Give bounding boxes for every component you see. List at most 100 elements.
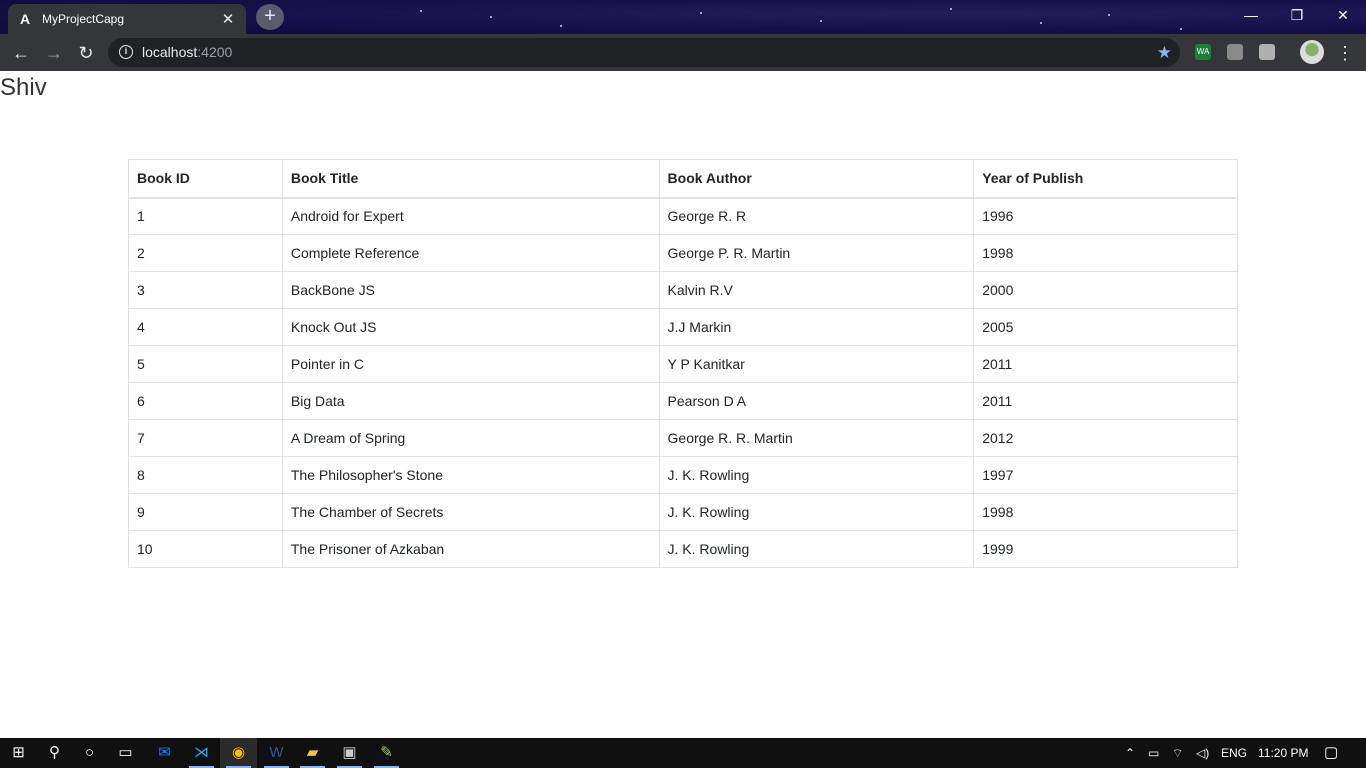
cell-book-author: George R. R. Martin [658, 419, 975, 457]
cell-year: 2011 [973, 345, 1238, 383]
cell-book-id: 2 [128, 234, 283, 272]
cell-book-author: George P. R. Martin [658, 234, 975, 272]
cell-book-id: 3 [128, 271, 283, 309]
url-host: localhost [142, 44, 198, 60]
cell-book-title: Pointer in C [281, 345, 660, 383]
cell-book-title: The Chamber of Secrets [281, 493, 660, 531]
cell-year: 2000 [973, 271, 1238, 309]
new-tab-button[interactable]: + [256, 4, 284, 30]
cell-book-id: 10 [128, 530, 283, 568]
cell-book-id: 6 [128, 382, 283, 420]
command-prompt-icon[interactable]: ▣ [331, 738, 368, 768]
cell-year: 2005 [973, 308, 1238, 346]
column-header-book-title: Book Title [281, 159, 660, 199]
bookmark-star-icon[interactable]: ★ [1157, 38, 1172, 67]
site-info-icon[interactable]: i [119, 45, 133, 59]
cell-book-title: The Prisoner of Azkaban [281, 530, 660, 568]
clock[interactable]: 11:20 PM [1258, 738, 1308, 768]
table-header-row: Book ID Book Title Book Author Year of P… [128, 159, 1238, 199]
cell-book-author: Y P Kanitkar [658, 345, 975, 383]
angular-icon: A [19, 11, 31, 27]
volume-icon[interactable]: ◁) [1196, 738, 1209, 768]
address-bar[interactable]: i localhost:4200 ★ [108, 38, 1180, 67]
chevron-up-icon[interactable]: ⌃ [1125, 738, 1135, 768]
tab-strip: A MyProjectCapg ✕ + — ❐ ✕ [0, 0, 1366, 34]
cell-book-author: J.J Markin [658, 308, 975, 346]
table-row: 8 The Philosopher's Stone J. K. Rowling 199… [128, 456, 1238, 494]
back-button[interactable]: ← [6, 38, 36, 68]
table-row: 6 Big Data Pearson D A 2011 [128, 382, 1238, 420]
star-decoration [950, 8, 952, 10]
tab-title: MyProjectCapg [42, 12, 125, 26]
profile-avatar[interactable] [1300, 40, 1324, 64]
menu-kebab-icon[interactable]: ⋮ [1330, 38, 1360, 68]
table-row: 9 The Chamber of Secrets J. K. Rowling 1998 [128, 493, 1238, 531]
browser-toolbar: ← → ↻ i localhost:4200 ★ WA ⋮ [0, 34, 1366, 71]
wifi-icon[interactable]: ⌔ [1172, 738, 1183, 768]
table-row: 10 The Prisoner of Azkaban J. K. Rowling 19… [128, 530, 1238, 568]
cell-book-title: Android for Expert [281, 197, 660, 235]
cell-year: 2012 [973, 419, 1238, 457]
notepad-icon[interactable]: ✎ [368, 738, 405, 768]
page-title: Shiv [0, 74, 47, 101]
cell-year: 1998 [973, 234, 1238, 272]
cell-year: 1998 [973, 493, 1238, 531]
cell-book-author: J. K. Rowling [658, 456, 975, 494]
cell-book-id: 9 [128, 493, 283, 531]
star-decoration [560, 25, 562, 27]
restore-button[interactable]: ❐ [1274, 0, 1320, 30]
books-table: Book ID Book Title Book Author Year of P… [128, 159, 1238, 568]
column-header-book-id: Book ID [128, 159, 283, 199]
cell-book-title: A Dream of Spring [281, 419, 660, 457]
cell-book-title: BackBone JS [281, 271, 660, 309]
star-decoration [1180, 28, 1182, 30]
word-icon[interactable]: W [258, 738, 295, 768]
task-view-icon[interactable]: ▭ [107, 738, 144, 768]
cell-book-title: Complete Reference [281, 234, 660, 272]
star-decoration [1040, 22, 1042, 24]
cell-book-id: 5 [128, 345, 283, 383]
windows-start-icon[interactable]: ⊞ [0, 738, 37, 768]
mail-icon[interactable]: ✉ [146, 738, 183, 768]
star-decoration [1108, 14, 1110, 16]
taskbar: ⊞ ⚲ ○ ▭ ✉ ⋊ ◉ W ▰ ▣ ✎ ⌃ ▭ ⌔ ◁) ENG 11:20… [0, 738, 1366, 768]
forward-button[interactable]: → [39, 38, 69, 68]
cell-book-author: Pearson D A [658, 382, 975, 420]
table-row: 2 Complete Reference George P. R. Martin 19… [128, 234, 1238, 272]
search-icon[interactable]: ⚲ [36, 738, 73, 768]
notifications-icon[interactable]: ▢ [1324, 738, 1338, 768]
cell-book-author: J. K. Rowling [658, 530, 975, 568]
cell-year: 1999 [973, 530, 1238, 568]
cell-book-title: The Philosopher's Stone [281, 456, 660, 494]
table-row: 5 Pointer in CY P Kanitkar 2011 [128, 345, 1238, 383]
cell-book-id: 8 [128, 456, 283, 494]
cell-year: 1997 [973, 456, 1238, 494]
file-explorer-icon[interactable]: ▰ [294, 738, 331, 768]
star-decoration [490, 16, 492, 18]
cortana-icon[interactable]: ○ [71, 738, 108, 768]
extension-cast-icon[interactable] [1259, 44, 1275, 60]
battery-icon[interactable]: ▭ [1148, 738, 1159, 768]
cell-book-id: 7 [128, 419, 283, 457]
cell-book-id: 4 [128, 308, 283, 346]
star-decoration [700, 12, 702, 14]
cell-book-author: J. K. Rowling [658, 493, 975, 531]
vscode-icon[interactable]: ⋊ [183, 738, 220, 768]
url-port: :4200 [197, 44, 233, 60]
cell-year: 1996 [973, 197, 1238, 235]
cell-year: 2011 [973, 382, 1238, 420]
table-row: 7A Dream of Spring George R. R. Martin 201… [128, 419, 1238, 457]
cell-book-id: 1 [128, 197, 283, 235]
close-tab-icon[interactable]: ✕ [220, 10, 236, 28]
extension-wa-icon[interactable]: WA [1195, 44, 1211, 60]
reload-button[interactable]: ↻ [71, 38, 101, 68]
cell-book-title: Knock Out JS [281, 308, 660, 346]
close-window-button[interactable]: ✕ [1320, 0, 1366, 30]
cell-book-title: Big Data [281, 382, 660, 420]
browser-tab[interactable]: A MyProjectCapg ✕ [8, 4, 246, 34]
table-row: 4 Knock Out JS J.J Markin 2005 [128, 308, 1238, 346]
minimize-button[interactable]: — [1228, 0, 1274, 30]
language-indicator[interactable]: ENG [1221, 738, 1247, 768]
extension-icon[interactable] [1227, 44, 1243, 60]
chrome-icon[interactable]: ◉ [220, 738, 257, 768]
